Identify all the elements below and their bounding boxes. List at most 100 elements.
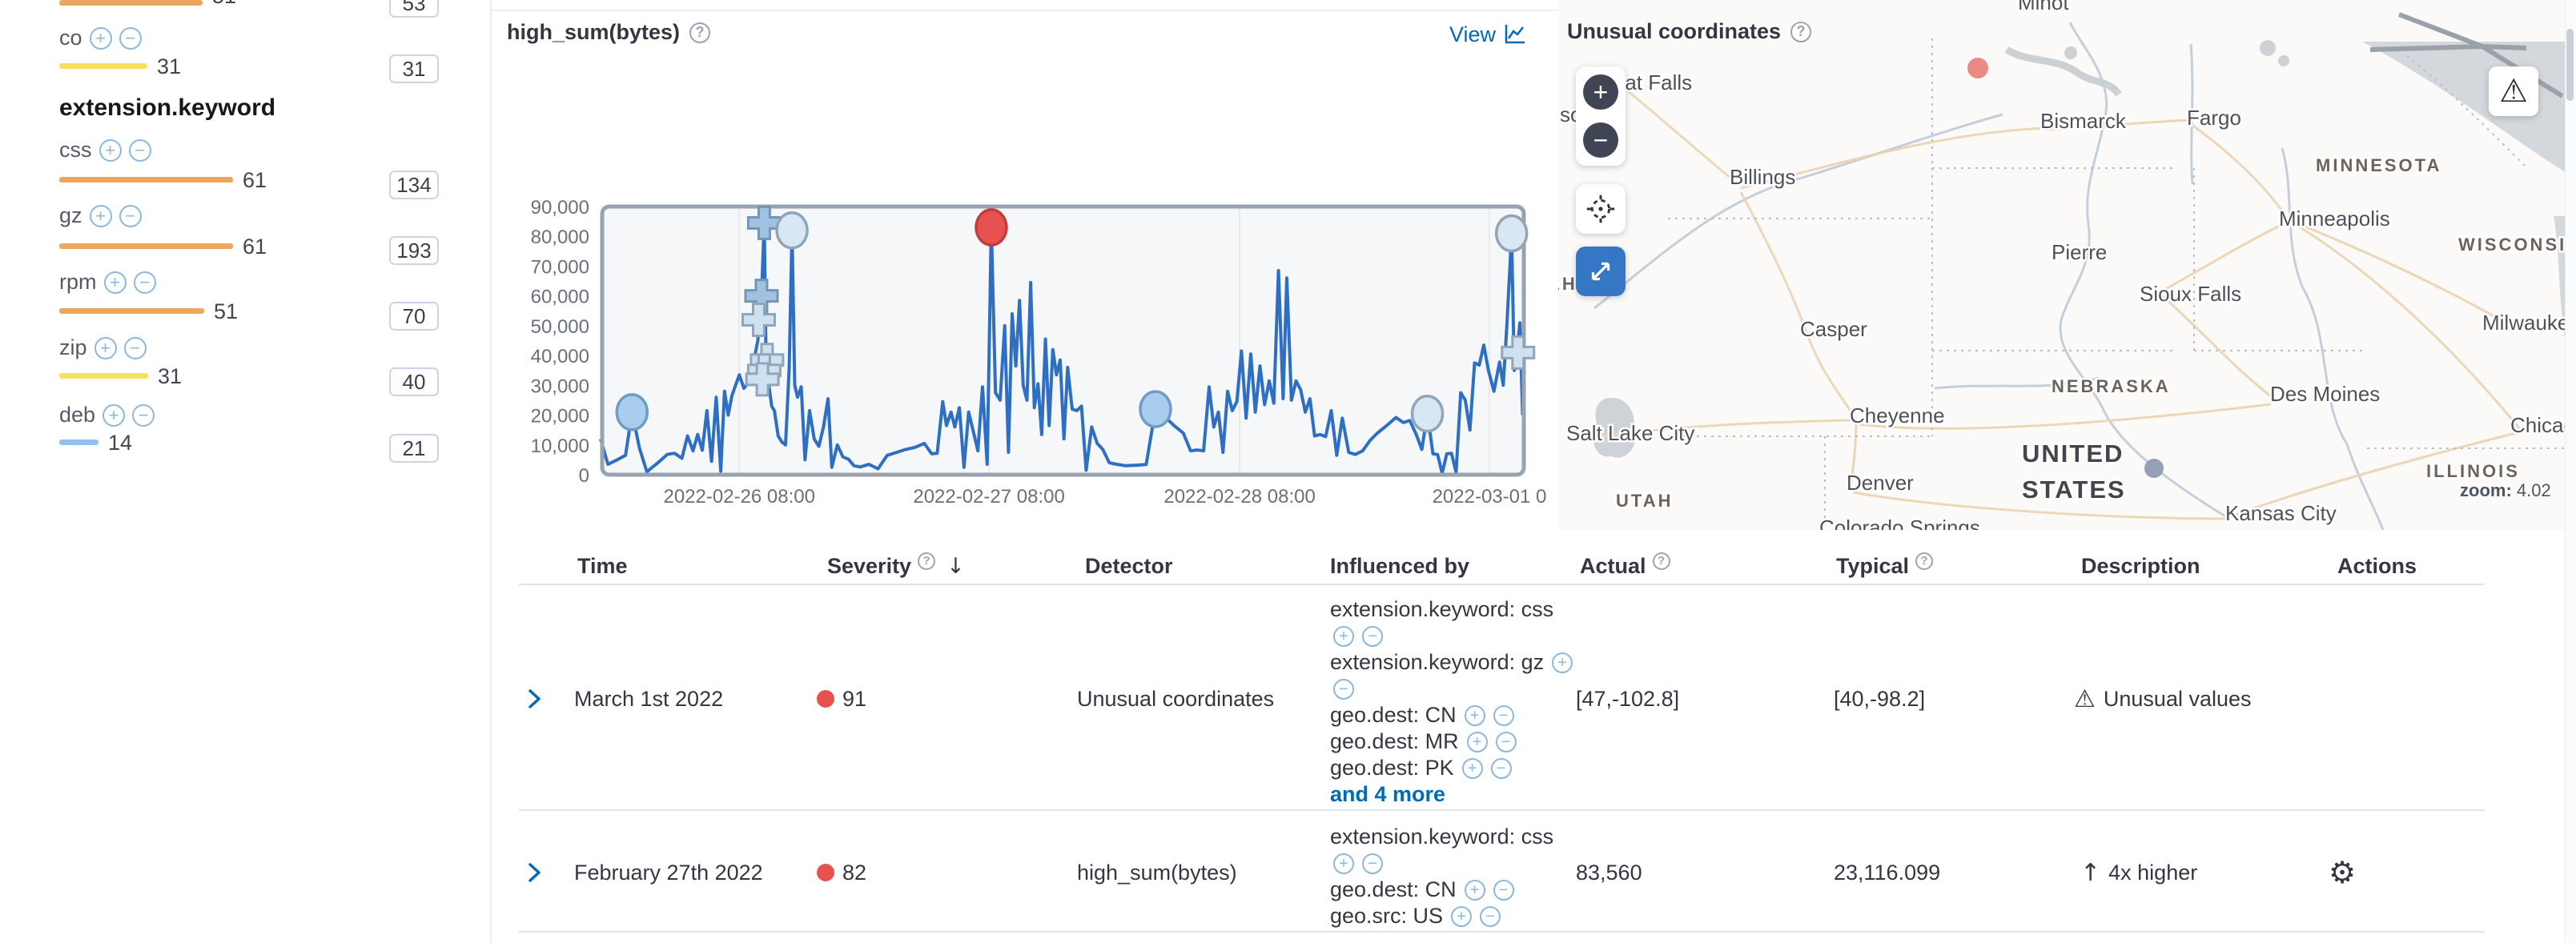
expand-icon [1587,258,1614,285]
line-chart-icon [1502,22,1528,47]
row-expand-chevron[interactable] [520,859,548,886]
filter-add-icon[interactable]: + [1333,626,1354,647]
unusual-coordinates-map[interactable]: MinotGreat FallssoBismarckFargoBillingsM… [1558,0,2565,530]
map-anomaly-dot[interactable] [1967,58,1988,78]
influencer-entry: extension.keyword: gz+ [1330,649,1573,676]
anomaly-marker-circle[interactable] [777,213,807,248]
filter-remove-icon[interactable]: − [1362,626,1383,647]
filter-remove-icon[interactable]: − [132,404,155,427]
show-more-influencers-link[interactable]: and 4 more [1330,782,1445,807]
field-value-bar [59,0,203,6]
lake-michigan-shape [2554,216,2565,530]
scrollbar-track[interactable] [2565,0,2576,943]
help-icon[interactable]: ? [689,22,710,43]
doc-count-badge: 193 [389,236,439,265]
help-icon[interactable]: ? [1915,552,1933,570]
filter-remove-icon[interactable]: − [1333,679,1354,700]
cell-influenced-by: extension.keyword: css+−geo.dest: CN+−ge… [1330,824,1553,929]
influencer-entry: +− [1330,850,1553,877]
col-header-actions: Actions [2337,554,2417,579]
anomaly-timeseries-chart[interactable]: 2022-02-26 08:002022-02-27 08:002022-02-… [496,184,1553,520]
map-city-label: Milwauke [2482,311,2565,335]
col-header-typical[interactable]: Typical? [1836,554,1933,579]
field-value-bar [59,243,233,249]
filter-remove-icon[interactable]: − [1493,880,1514,901]
anomaly-marker-circle[interactable] [976,210,1007,245]
field-value-label: zip [59,335,87,360]
map-city-label: Minot [2018,0,2069,14]
filter-remove-icon[interactable]: − [1480,906,1501,927]
field-value-count: 61 [243,168,267,193]
filter-add-icon[interactable]: + [99,139,122,162]
filter-remove-icon[interactable]: − [1362,853,1383,874]
help-icon[interactable]: ? [1790,22,1811,42]
filter-add-icon[interactable]: + [1451,906,1472,927]
filter-remove-icon[interactable]: − [134,271,156,294]
y-axis-tick-label: 50,000 [531,316,589,338]
lake-shape [2064,46,2077,59]
map-fit-data-button[interactable] [1576,184,1626,234]
col-header-actual[interactable]: Actual? [1580,554,1670,579]
filter-add-icon[interactable]: + [1552,652,1573,673]
influencer-entry: extension.keyword: css [1330,824,1553,850]
map-city-label: Fargo [2187,106,2241,130]
influencer-text: geo.dest: MR [1330,729,1459,754]
cell-detector: high_sum(bytes) [1077,859,1237,886]
filter-add-icon[interactable]: + [90,205,112,227]
filter-add-icon[interactable]: + [1462,758,1483,779]
scrollbar-thumb[interactable] [2566,29,2574,101]
help-icon[interactable]: ? [1653,552,1670,570]
row-expand-chevron[interactable] [520,685,548,712]
filter-remove-icon[interactable]: − [119,27,142,50]
cell-actual: [47,-102.8] [1576,685,1679,712]
filter-remove-icon[interactable]: − [129,139,151,162]
help-icon[interactable]: ? [918,552,935,570]
filter-add-icon[interactable]: + [1465,705,1485,726]
anomaly-marker-circle[interactable] [1413,396,1443,431]
field-value-label: rpm [59,270,97,295]
cell-typical: 23,116.099 [1834,859,1940,886]
field-value-row-deb: deb + − [59,403,155,427]
gear-icon[interactable]: ⚙ [2329,855,2356,890]
map-city-label: Pierre [2052,240,2107,264]
influencer-entry: geo.dest: PK+− [1330,755,1573,781]
filter-add-icon[interactable]: + [1467,732,1488,752]
map-expand-button[interactable] [1576,247,1626,296]
map-zoom-out-button[interactable]: − [1583,122,1618,158]
filter-remove-icon[interactable]: − [1496,732,1517,752]
doc-count-badge: 70 [389,302,439,331]
map-state-label: ILLINOIS [2426,461,2520,481]
anomaly-marker-circle[interactable] [1140,391,1171,427]
filter-add-icon[interactable]: + [1333,853,1354,874]
view-chart-link[interactable]: View [1449,22,1528,47]
col-header-severity[interactable]: Severity ? ↓ [827,554,965,579]
sort-desc-icon[interactable]: ↓ [946,554,965,579]
field-value-bar [59,177,233,183]
filter-add-icon[interactable]: + [90,27,112,50]
y-axis-tick-label: 60,000 [531,287,589,308]
anomaly-marker-circle[interactable] [617,395,647,430]
influencer-entry: geo.dest: CN +− [1330,877,1553,903]
table-row-border [519,931,2485,933]
col-header-influenced-by[interactable]: Influenced by [1330,554,1469,579]
doc-count-badge: 31 [389,54,439,83]
map-anomaly-dot[interactable] [2144,459,2164,478]
filter-remove-icon[interactable]: − [119,205,142,227]
filter-add-icon[interactable]: + [1465,880,1485,901]
minus-icon: − [1593,127,1609,153]
filter-remove-icon[interactable]: − [1491,758,1512,779]
filter-add-icon[interactable]: + [94,337,117,359]
filter-remove-icon[interactable]: − [124,337,147,359]
field-value-bar [59,439,98,445]
filter-add-icon[interactable]: + [102,404,125,427]
col-header-time[interactable]: Time [577,554,628,579]
influencer-text: geo.dest: CN [1330,877,1457,902]
filter-remove-icon[interactable]: − [1493,705,1514,726]
filter-add-icon[interactable]: + [104,271,127,294]
map-state-label: NEBRASKA [2052,376,2171,396]
sidebar-divider [490,0,492,943]
map-warning-button[interactable]: ⚠ [2489,66,2538,116]
anomaly-marker-circle[interactable] [1497,216,1527,251]
col-header-detector[interactable]: Detector [1085,554,1173,579]
map-zoom-in-button[interactable]: + [1583,74,1618,110]
